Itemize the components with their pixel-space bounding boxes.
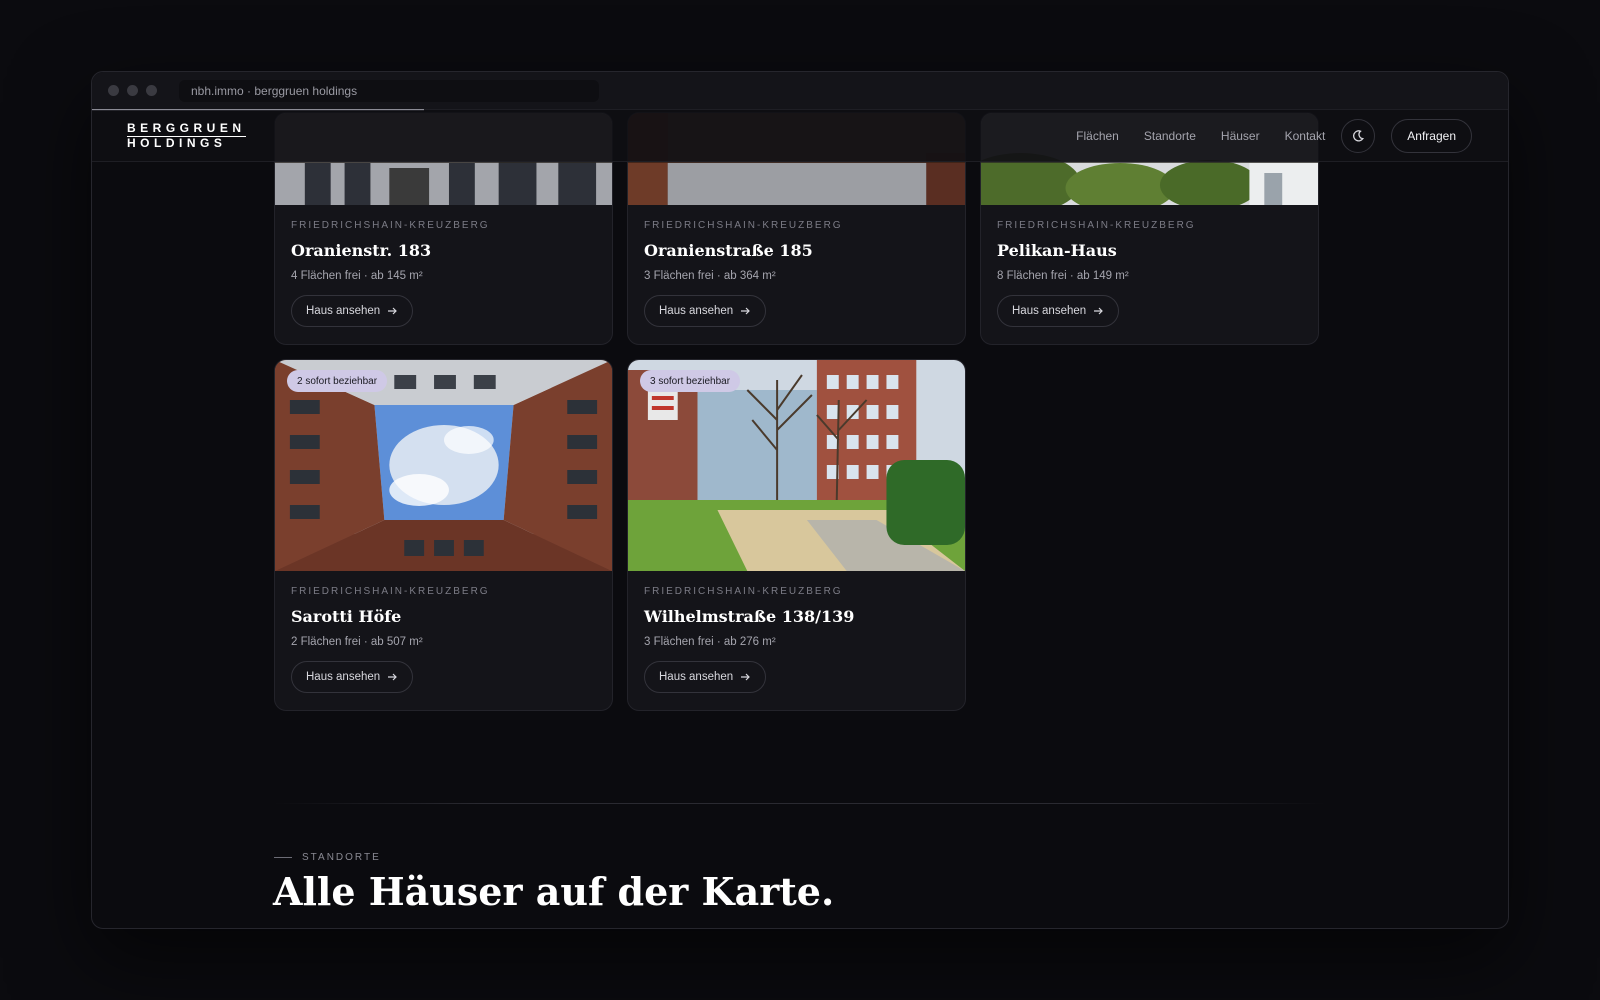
address-bar[interactable]: nbh.immo · berggruen holdings [179,79,599,102]
property-district: FRIEDRICHSHAIN-KREUZBERG [291,220,490,231]
property-availability: 4 Flächen frei · ab 145 m² [291,270,423,282]
view-house-label: Haus ansehen [659,305,734,317]
browser-titlebar: nbh.immo · berggruen holdings [92,72,1508,110]
theme-toggle-button[interactable] [1341,118,1376,153]
availability-badge: 2 sofort beziehbar [287,370,388,392]
property-name: Wilhelmstraße 138/139 [644,607,855,626]
maximize-window-dot[interactable] [146,85,157,96]
brand-logo[interactable]: BERGGRUEN HOLDINGS [127,120,246,150]
main-navigation: Flächen Standorte Häuser Kontakt [1076,129,1325,143]
window-controls [108,85,157,96]
property-name: Sarotti Höfe [291,607,402,626]
inquire-button[interactable]: Anfragen [1391,118,1472,153]
section-eyebrow-text: STANDORTE [302,852,381,863]
property-card[interactable]: 3 sofort beziehbar FRIEDRICHSHAIN-KREUZB… [627,359,966,711]
nav-link-kontakt[interactable]: Kontakt [1285,129,1326,143]
view-house-button[interactable]: Haus ansehen [291,661,414,693]
view-house-button[interactable]: Haus ansehen [291,295,414,327]
property-availability: 2 Flächen frei · ab 507 m² [291,636,423,648]
property-availability: 3 Flächen frei · ab 364 m² [644,270,776,282]
moon-icon [1353,129,1365,141]
property-district: FRIEDRICHSHAIN-KREUZBERG [997,220,1196,231]
browser-window: nbh.immo · berggruen holdings BERGGRUEN … [91,71,1509,929]
nav-link-standorte[interactable]: Standorte [1144,129,1196,143]
property-availability: 8 Flächen frei · ab 149 m² [997,270,1129,282]
arrow-right-icon [388,673,398,681]
view-house-button[interactable]: Haus ansehen [644,295,767,327]
page-content: FRIEDRICHSHAIN-KREUZBERG Oranienstr. 183… [92,112,1508,928]
view-house-label: Haus ansehen [1012,305,1087,317]
property-name: Oranienstraße 185 [644,241,813,260]
view-house-label: Haus ansehen [306,305,381,317]
property-availability: 3 Flächen frei · ab 276 m² [644,636,776,648]
property-card[interactable]: 2 sofort beziehbar FRIEDRICHSHAIN-KREUZB… [274,359,613,711]
property-name: Oranienstr. 183 [291,241,432,260]
availability-badge: 3 sofort beziehbar [640,370,741,392]
property-name: Pelikan-Haus [997,241,1117,260]
inquire-button-label: Anfragen [1407,128,1456,143]
site-header: BERGGRUEN HOLDINGS Flächen Standorte Häu… [92,110,1508,162]
arrow-right-icon [388,307,398,315]
property-district: FRIEDRICHSHAIN-KREUZBERG [291,586,490,597]
minimize-window-dot[interactable] [127,85,138,96]
nav-link-flaechen[interactable]: Flächen [1076,129,1119,143]
arrow-right-icon [741,307,751,315]
logo-line-1: BERGGRUEN [127,120,246,137]
address-bar-text: nbh.immo · berggruen holdings [191,83,358,98]
eyebrow-line [274,857,292,858]
view-house-button[interactable]: Haus ansehen [644,661,767,693]
logo-line-2: HOLDINGS [127,135,227,150]
section-divider [274,803,1326,804]
property-district: FRIEDRICHSHAIN-KREUZBERG [644,586,843,597]
arrow-right-icon [741,673,751,681]
property-district: FRIEDRICHSHAIN-KREUZBERG [644,220,843,231]
nav-link-haeuser[interactable]: Häuser [1221,129,1260,143]
view-house-button[interactable]: Haus ansehen [997,295,1120,327]
close-window-dot[interactable] [108,85,119,96]
section-title: Alle Häuser auf der Karte. [273,869,835,914]
view-house-label: Haus ansehen [659,671,734,683]
arrow-right-icon [1094,307,1104,315]
section-eyebrow: STANDORTE [274,852,381,863]
view-house-label: Haus ansehen [306,671,381,683]
